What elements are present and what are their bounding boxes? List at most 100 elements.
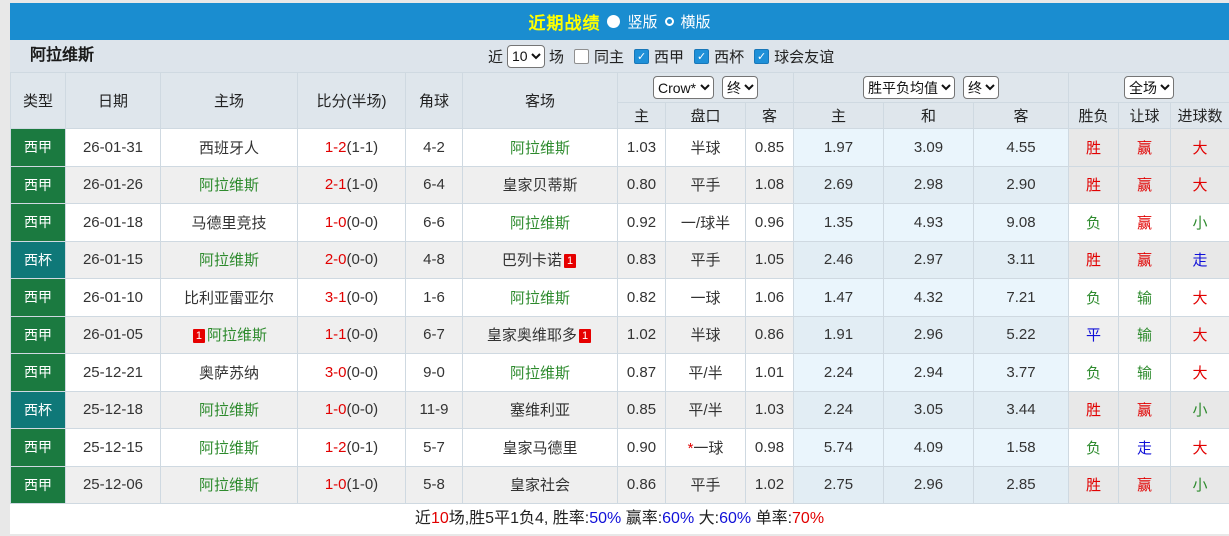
home-odds-cell: 0.87 (618, 354, 666, 392)
handicap-cell: 一/球半 (666, 204, 746, 242)
friendly-checkbox[interactable]: ✓ (754, 49, 769, 64)
avg-draw-cell: 4.93 (884, 204, 974, 242)
handicap-cell: 平手 (666, 241, 746, 279)
match-row: 西杯26-01-15阿拉维斯2-0(0-0)4-8巴列卡诺10.83平手1.05… (11, 241, 1229, 279)
avg-away-cell: 5.22 (974, 316, 1069, 354)
away-team-name: 阿拉维斯 (510, 215, 570, 232)
red-card-badge: 1 (193, 329, 205, 343)
handicap-result-cell: 赢 (1119, 466, 1171, 504)
score-cell: 1-2(0-1) (298, 429, 406, 467)
cup-checkbox[interactable]: ✓ (694, 49, 709, 64)
handicap-result-cell: 输 (1119, 279, 1171, 317)
avg-period-select[interactable]: 终 (963, 76, 999, 99)
goals-result-cell: 大 (1171, 354, 1229, 392)
match-row: 西甲26-01-18马德里竞技1-0(0-0)6-6阿拉维斯0.92一/球半0.… (11, 204, 1229, 242)
summary-part: 场,胜5平1负4, 胜率: (449, 510, 589, 527)
home-team-name: 阿拉维斯 (199, 477, 259, 494)
handicap-name: 平手 (690, 252, 720, 269)
same-home-label[interactable]: 同主 (594, 46, 624, 67)
avg-away-cell: 7.21 (974, 279, 1069, 317)
away-team-name: 皇家奥维耶多 (487, 327, 577, 344)
red-card-badge: 1 (564, 254, 576, 268)
avg-draw-cell: 3.09 (884, 129, 974, 167)
match-row: 西甲26-01-31西班牙人1-2(1-1)4-2阿拉维斯1.03半球0.851… (11, 129, 1229, 167)
team-name: 阿拉维斯 (30, 40, 94, 72)
horizontal-layout-radio[interactable] (665, 17, 674, 26)
result-cell: 胜 (1069, 391, 1119, 429)
away-team-cell: 皇家马德里 (463, 429, 618, 467)
league-type-badge: 西甲 (11, 429, 66, 467)
full-time-score: 2-1 (325, 176, 347, 193)
vertical-layout-radio[interactable] (607, 15, 620, 28)
avg-away-cell: 4.55 (974, 129, 1069, 167)
results-table: 类型 日期 主场 比分(半场) 角球 客场 Crow* 终 胜平负均值 终 (10, 72, 1229, 504)
summary-footer: 近10场,胜5平1负4, 胜率:50% 赢率:60% 大:60% 单率:70% (10, 504, 1229, 534)
half-time-score: (1-1) (347, 139, 379, 156)
odds-company-select[interactable]: Crow* (653, 76, 714, 99)
result-cell: 胜 (1069, 166, 1119, 204)
league-type-badge: 西甲 (11, 466, 66, 504)
corners-cell: 1-6 (406, 279, 463, 317)
half-time-score: (0-0) (347, 326, 379, 343)
filter-bar: 阿拉维斯 近 10 场 同主 ✓ 西甲 ✓ 西杯 ✓ 球会友谊 (10, 40, 1229, 72)
summary-part: 50% (589, 510, 621, 527)
goals-result-cell: 大 (1171, 166, 1229, 204)
cup-label[interactable]: 西杯 (714, 46, 744, 67)
avg-away-cell: 1.58 (974, 429, 1069, 467)
handicap-name: 半球 (690, 140, 720, 157)
avg-draw-cell: 2.96 (884, 466, 974, 504)
goals-result-cell: 大 (1171, 129, 1229, 167)
handicap-name: 一/球半 (681, 215, 730, 232)
score-cell: 2-0(0-0) (298, 241, 406, 279)
half-time-score: (0-0) (347, 364, 379, 381)
scope-select[interactable]: 全场 (1124, 76, 1174, 99)
handicap-result-cell: 赢 (1119, 241, 1171, 279)
friendly-label[interactable]: 球会友谊 (774, 46, 834, 67)
vertical-layout-label[interactable]: 竖版 (627, 11, 657, 32)
result-cell: 胜 (1069, 129, 1119, 167)
league-type-badge: 西甲 (11, 129, 66, 167)
horizontal-layout-label[interactable]: 横版 (681, 11, 711, 32)
subcol-handicap-result: 让球 (1119, 103, 1171, 129)
date-cell: 26-01-10 (66, 279, 161, 317)
odds-period-select[interactable]: 终 (722, 76, 758, 99)
home-odds-cell: 0.83 (618, 241, 666, 279)
score-cell: 1-0(0-0) (298, 204, 406, 242)
avg-away-cell: 2.90 (974, 166, 1069, 204)
corners-cell: 4-8 (406, 241, 463, 279)
handicap-cell: 平手 (666, 166, 746, 204)
away-team-name: 皇家马德里 (502, 440, 577, 457)
liga-label[interactable]: 西甲 (654, 46, 684, 67)
summary-part: 单率: (751, 510, 792, 527)
home-team-name: 马德里竞技 (191, 215, 266, 232)
date-cell: 26-01-05 (66, 316, 161, 354)
odds-select-group: Crow* 终 (618, 73, 794, 103)
results-body: 西甲26-01-31西班牙人1-2(1-1)4-2阿拉维斯1.03半球0.851… (11, 129, 1229, 504)
liga-checkbox[interactable]: ✓ (634, 49, 649, 64)
match-row: 西甲25-12-15阿拉维斯1-2(0-1)5-7皇家马德里0.90*一球0.9… (11, 429, 1229, 467)
same-home-checkbox[interactable] (574, 49, 589, 64)
away-odds-cell: 1.01 (746, 354, 794, 392)
subcol-handicap: 盘口 (666, 103, 746, 129)
home-team-cell: 马德里竞技 (161, 204, 298, 242)
half-time-score: (0-0) (347, 401, 379, 418)
home-team-cell: 阿拉维斯 (161, 241, 298, 279)
corners-cell: 5-8 (406, 466, 463, 504)
recent-count-select[interactable]: 10 (507, 45, 545, 68)
avg-draw-cell: 2.97 (884, 241, 974, 279)
match-row: 西甲26-01-051阿拉维斯1-1(0-0)6-7皇家奥维耶多11.02半球0… (11, 316, 1229, 354)
date-cell: 26-01-18 (66, 204, 161, 242)
avg-away-cell: 3.77 (974, 354, 1069, 392)
away-team-cell: 塞维利亚 (463, 391, 618, 429)
handicap-cell: 平/半 (666, 354, 746, 392)
avg-away-cell: 3.44 (974, 391, 1069, 429)
half-time-score: (0-0) (347, 214, 379, 231)
handicap-name: 一球 (693, 440, 723, 457)
half-time-score: (1-0) (347, 476, 379, 493)
avg-select-group: 胜平负均值 终 (794, 73, 1069, 103)
col-header-date: 日期 (66, 73, 161, 129)
red-card-badge: 1 (579, 329, 591, 343)
result-cell: 平 (1069, 316, 1119, 354)
avg-type-select[interactable]: 胜平负均值 (863, 76, 955, 99)
result-cell: 负 (1069, 429, 1119, 467)
